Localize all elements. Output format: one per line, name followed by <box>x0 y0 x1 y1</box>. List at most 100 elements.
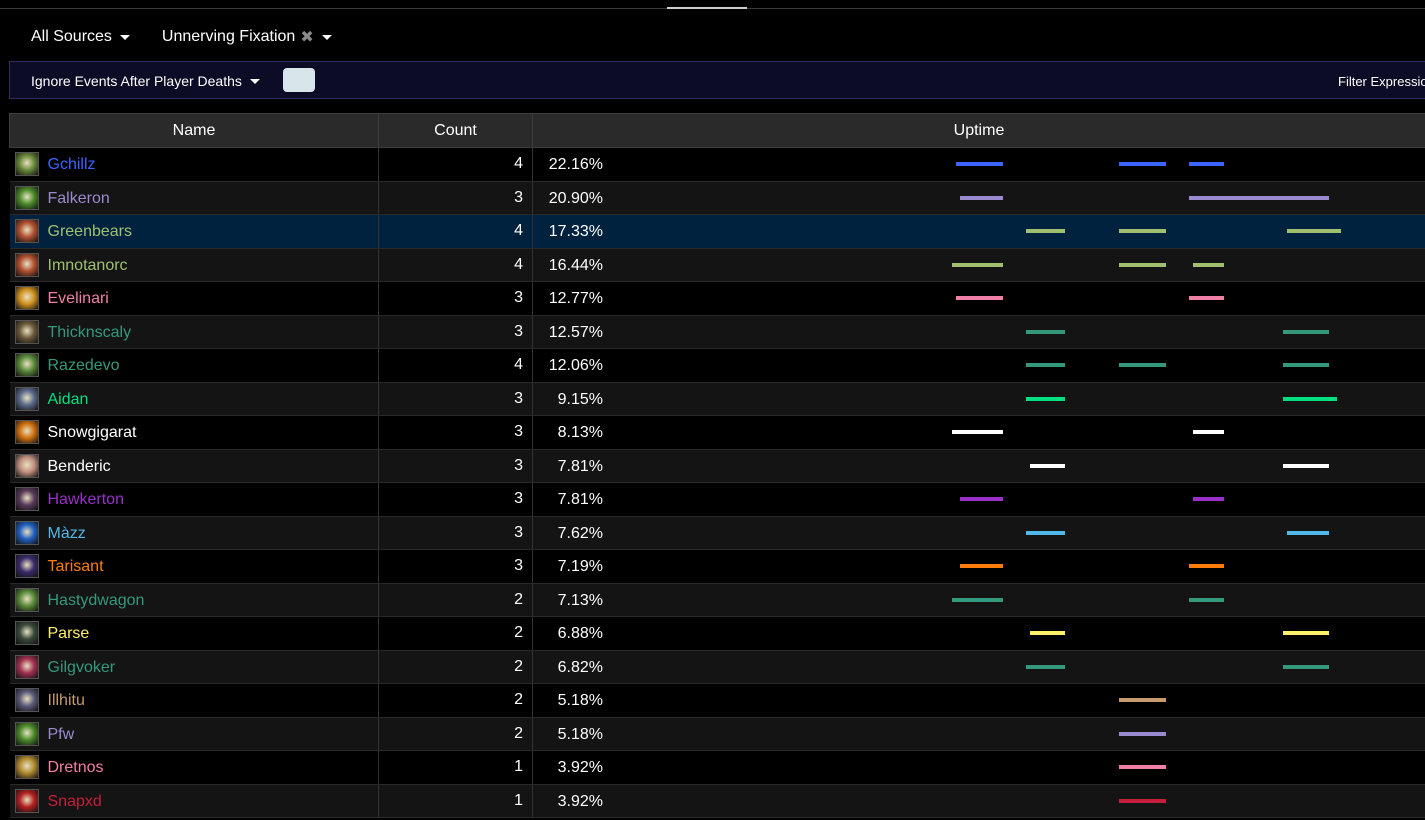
name-cell: Aidan <box>9 382 379 416</box>
count-cell: 3 <box>378 482 533 517</box>
uptime-bar <box>959 195 1003 200</box>
filter-bar: All Sources Unnerving Fixation ✖ <box>31 27 332 47</box>
uptime-cell: 12.57% <box>532 315 1425 349</box>
uptime-bar <box>1193 262 1225 267</box>
table-body: Gchillz 4 22.16% Falkeron 3 20.90% Greenbears 4… <box>9 147 1425 818</box>
player-name-link[interactable]: Thicknscaly <box>48 324 132 342</box>
name-cell: Hastydwagon <box>9 583 379 617</box>
uptime-cell: 5.18% <box>532 683 1425 718</box>
player-name-link[interactable]: Gilgvoker <box>48 659 116 677</box>
uptime-percent: 7.81% <box>557 457 603 475</box>
ability-dropdown[interactable]: Unnerving Fixation ✖ <box>162 27 332 47</box>
table-row[interactable]: Aidan 3 9.15% <box>9 382 1425 416</box>
uptime-cell: 12.06% <box>532 348 1425 383</box>
uptime-cell: 5.18% <box>532 717 1425 751</box>
table-row[interactable]: Benderic 3 7.81% <box>9 449 1425 483</box>
player-name-link[interactable]: Snapxd <box>48 793 102 811</box>
uptime-bar <box>1119 229 1167 233</box>
table-row[interactable]: Parse 2 6.88% <box>9 616 1425 651</box>
uptime-percent: 8.13% <box>557 424 603 441</box>
table-row[interactable]: Hawkerton 3 7.81% <box>9 482 1425 517</box>
evoker-icon <box>14 654 39 679</box>
evoker-icon <box>14 319 39 344</box>
uptime-bar <box>952 262 1003 267</box>
table-row[interactable]: Imnotanorc 4 16.44% <box>9 248 1425 282</box>
table-row[interactable]: Falkeron 3 20.90% <box>9 181 1425 215</box>
table-row[interactable]: Razedevo 4 12.06% <box>9 348 1425 383</box>
name-cell: Hawkerton <box>9 482 379 517</box>
uptime-bar <box>952 430 1003 434</box>
player-name-link[interactable]: Illhitu <box>48 692 85 710</box>
player-name-link[interactable]: Gchillz <box>48 156 96 174</box>
source-dropdown[interactable]: All Sources <box>31 28 130 46</box>
monk-icon <box>14 386 39 411</box>
table-row[interactable]: Illhitu 2 5.18% <box>9 683 1425 718</box>
column-header-uptime[interactable]: Uptime <box>532 113 1425 148</box>
uptime-cell: 16.44% <box>532 248 1425 282</box>
uptime-bar <box>1119 731 1167 736</box>
player-name-link[interactable]: Parse <box>48 625 90 643</box>
player-name-link[interactable]: Greenbears <box>48 223 133 241</box>
table-row[interactable]: Gchillz 4 22.16% <box>9 147 1425 182</box>
player-name-link[interactable]: Razedevo <box>48 357 120 375</box>
uptime-bar <box>1189 162 1225 166</box>
uptime-cell: 3.92% <box>532 750 1425 785</box>
uptime-percent: 3.92% <box>557 792 603 810</box>
filter-expression-label[interactable]: Filter Expression <box>1338 74 1425 89</box>
player-name-link[interactable]: Pfw <box>48 726 75 744</box>
count-cell: 1 <box>378 784 533 818</box>
player-name-link[interactable]: Falkeron <box>48 190 110 208</box>
uptime-percent: 7.19% <box>557 558 603 575</box>
uptime-bar <box>1119 162 1167 166</box>
evoker-icon <box>14 587 39 612</box>
player-name-link[interactable]: Tarisant <box>48 558 104 576</box>
table-row[interactable]: Greenbears 4 17.33% <box>9 214 1425 249</box>
uptime-bar <box>956 296 1003 300</box>
player-name-link[interactable]: Hastydwagon <box>48 592 145 610</box>
player-name-link[interactable]: Evelinari <box>48 290 109 308</box>
player-name-link[interactable]: Dretnos <box>48 759 104 777</box>
evoker-icon <box>14 353 39 377</box>
name-cell: Imnotanorc <box>9 248 379 282</box>
uptime-bar <box>1193 497 1225 501</box>
player-name-link[interactable]: Hawkerton <box>48 491 124 509</box>
count-cell: 3 <box>378 315 533 349</box>
table-row[interactable]: Thicknscaly 3 12.57% <box>9 315 1425 349</box>
uptime-percent: 7.81% <box>557 491 603 508</box>
table-row[interactable]: Dretnos 1 3.92% <box>9 750 1425 785</box>
uptime-cell: 12.77% <box>532 281 1425 316</box>
uptime-percent: 12.06% <box>548 357 603 374</box>
table-row[interactable]: Snapxd 1 3.92% <box>9 784 1425 818</box>
uptime-bar <box>1282 463 1330 468</box>
chevron-down-icon <box>321 34 332 40</box>
uptime-cell: 6.88% <box>532 616 1425 651</box>
close-icon[interactable]: ✖ <box>300 27 313 47</box>
table-row[interactable]: Hastydwagon 2 7.13% <box>9 583 1425 617</box>
table-row[interactable]: Snowgigarat 3 8.13% <box>9 415 1425 450</box>
player-name-link[interactable]: Aidan <box>48 391 89 409</box>
hunter-icon <box>14 152 39 176</box>
player-name-link[interactable]: Imnotanorc <box>48 257 128 275</box>
table-row[interactable]: Gilgvoker 2 6.82% <box>9 650 1425 684</box>
paladin-icon <box>14 755 39 779</box>
uptime-cell: 22.16% <box>532 147 1425 182</box>
toggle-button[interactable] <box>283 68 315 92</box>
ignore-after-death-dropdown[interactable]: Ignore Events After Player Deaths <box>31 73 260 89</box>
name-cell: Parse <box>9 616 379 651</box>
uptime-bar <box>1119 262 1167 267</box>
name-cell: Snapxd <box>9 784 379 818</box>
count-cell: 2 <box>378 583 533 617</box>
uptime-cell: 8.13% <box>532 415 1425 450</box>
table-row[interactable]: Evelinari 3 12.77% <box>9 281 1425 316</box>
player-name-link[interactable]: Màzz <box>48 525 86 543</box>
ignore-after-death-label: Ignore Events After Player Deaths <box>31 73 242 89</box>
table-row[interactable]: Tarisant 3 7.19% <box>9 549 1425 584</box>
count-cell: 3 <box>378 415 533 450</box>
column-header-count[interactable]: Count <box>378 113 533 148</box>
table-row[interactable]: Màzz 3 7.62% <box>9 516 1425 550</box>
table-row[interactable]: Pfw 2 5.18% <box>9 717 1425 751</box>
player-name-link[interactable]: Snowgigarat <box>48 424 137 442</box>
uptime-bar <box>1026 329 1065 334</box>
column-header-name[interactable]: Name <box>9 113 379 148</box>
player-name-link[interactable]: Benderic <box>48 458 111 476</box>
